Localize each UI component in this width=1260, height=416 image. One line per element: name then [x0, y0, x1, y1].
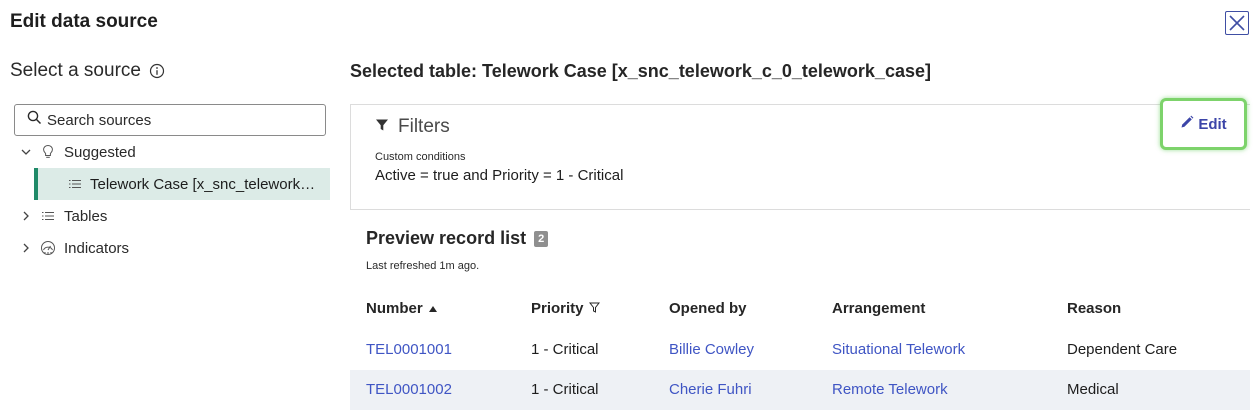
search-input[interactable]	[47, 111, 317, 129]
funnel-outline-icon	[588, 300, 600, 317]
column-header-arrangement[interactable]: Arrangement	[832, 300, 925, 317]
search-box[interactable]	[14, 104, 326, 136]
custom-conditions-label: Custom conditions	[375, 151, 466, 163]
arrangement-link[interactable]: Situational Telework	[832, 341, 965, 358]
preview-heading: Preview record list 2	[366, 228, 549, 249]
sort-ascending-icon	[428, 300, 438, 317]
tree-label-suggested: Suggested	[64, 143, 136, 161]
opened-by-link[interactable]: Billie Cowley	[669, 341, 754, 358]
funnel-icon	[375, 116, 389, 138]
record-number-link[interactable]: TEL0001002	[366, 381, 452, 398]
record-count-badge: 2	[534, 230, 549, 247]
chevron-right-icon[interactable]	[14, 210, 38, 222]
indicator-icon	[38, 240, 58, 256]
search-icon	[27, 110, 42, 130]
reason-cell: Dependent Care	[1067, 341, 1178, 358]
tree-item-indicators[interactable]: Indicators	[14, 232, 129, 264]
info-icon[interactable]	[149, 63, 165, 79]
tree-label-indicators: Indicators	[64, 239, 130, 257]
select-source-label: Select a source	[10, 60, 141, 81]
list-icon	[68, 178, 82, 190]
select-source-heading: Select a source	[10, 60, 165, 82]
lightbulb-icon	[38, 144, 58, 160]
column-header-reason[interactable]: Reason	[1067, 300, 1121, 317]
column-label-priority: Priority	[531, 300, 584, 317]
close-icon	[1229, 15, 1245, 31]
edit-label: Edit	[1198, 115, 1227, 133]
tree-item-telework-case[interactable]: Telework Case [x_snc_telework_c_0_telewo…	[34, 168, 330, 200]
tree-label-telework-case: Telework Case [x_snc_telework_c_0_telewo…	[90, 175, 322, 193]
priority-cell: 1 - Critical	[531, 381, 599, 398]
chevron-down-icon[interactable]	[14, 146, 38, 158]
filters-heading: Filters	[375, 116, 450, 138]
column-label-number: Number	[366, 300, 423, 317]
modal-title: Edit data source	[10, 11, 158, 32]
tree-label-tables: Tables	[64, 207, 108, 225]
arrangement-link[interactable]: Remote Telework	[832, 381, 948, 398]
edit-highlight: Edit	[1160, 98, 1247, 150]
close-button[interactable]	[1225, 11, 1249, 35]
chevron-right-icon[interactable]	[14, 242, 38, 254]
pencil-icon	[1180, 115, 1194, 133]
filters-panel: Filters Custom conditions Active = true …	[350, 104, 1250, 210]
tree-item-suggested[interactable]: Suggested	[14, 136, 136, 168]
selected-table-title: Selected table: Telework Case [x_snc_tel…	[350, 61, 931, 81]
column-header-priority[interactable]: Priority	[531, 300, 600, 317]
reason-cell: Medical	[1067, 381, 1119, 398]
opened-by-link[interactable]: Cherie Fuhri	[669, 381, 752, 398]
condition-value: Active = true and Priority = 1 - Critica…	[375, 167, 624, 184]
column-header-number[interactable]: Number	[366, 300, 438, 317]
edit-button[interactable]: Edit	[1180, 115, 1227, 133]
priority-cell: 1 - Critical	[531, 341, 599, 358]
column-header-opened-by[interactable]: Opened by	[669, 300, 747, 317]
filters-title: Filters	[398, 116, 450, 137]
tree-item-tables[interactable]: Tables	[14, 200, 107, 232]
preview-title: Preview record list	[366, 228, 527, 248]
list-icon	[38, 210, 58, 222]
last-refreshed-text: Last refreshed 1m ago.	[366, 260, 480, 272]
record-number-link[interactable]: TEL0001001	[366, 341, 452, 358]
